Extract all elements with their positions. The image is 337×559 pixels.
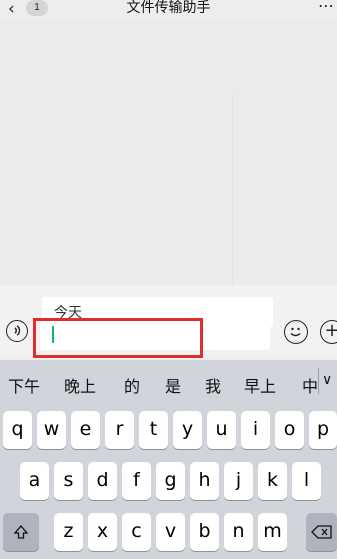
key-a[interactable]: a: [20, 462, 49, 500]
chat-header: ‹ 1 文件传输助手 ⋯: [0, 0, 337, 20]
key-z[interactable]: z: [54, 513, 83, 551]
delete-icon[interactable]: [306, 513, 337, 551]
voice-icon[interactable]: [6, 320, 28, 342]
divider: [232, 95, 233, 285]
chat-area: [0, 20, 337, 285]
candidate-bar: 下午 晚上 的 是 我 早上 中 ∨: [0, 360, 337, 406]
candidate-divider: [318, 368, 319, 394]
key-m[interactable]: m: [258, 513, 287, 551]
candidate-item[interactable]: 晚上: [64, 373, 96, 397]
key-b[interactable]: b: [190, 513, 219, 551]
key-q[interactable]: q: [3, 411, 32, 449]
key-t[interactable]: t: [139, 411, 168, 449]
key-u[interactable]: u: [207, 411, 236, 449]
key-w[interactable]: w: [37, 411, 66, 449]
key-n[interactable]: n: [224, 513, 253, 551]
more-icon[interactable]: ⋯: [318, 0, 335, 15]
key-v[interactable]: v: [156, 513, 185, 551]
key-y[interactable]: y: [173, 411, 202, 449]
key-k[interactable]: k: [258, 462, 287, 500]
plus-icon[interactable]: +: [320, 320, 337, 344]
highlight-box: [33, 318, 203, 358]
candidate-item[interactable]: 是: [165, 373, 181, 397]
keyboard: q w e r t y u i o p a s d f g h j k l z …: [0, 406, 337, 559]
key-g[interactable]: g: [156, 462, 185, 500]
key-d[interactable]: d: [88, 462, 117, 500]
key-c[interactable]: c: [122, 513, 151, 551]
candidate-item[interactable]: 的: [124, 373, 140, 397]
key-i[interactable]: i: [241, 411, 270, 449]
key-f[interactable]: f: [122, 462, 151, 500]
chat-title: 文件传输助手: [126, 0, 211, 16]
candidate-item[interactable]: 下午: [8, 373, 40, 397]
chevron-down-icon[interactable]: ∨: [322, 372, 332, 388]
key-o[interactable]: o: [275, 411, 304, 449]
key-j[interactable]: j: [224, 462, 253, 500]
key-l[interactable]: l: [292, 462, 321, 500]
emoji-icon[interactable]: [284, 320, 308, 344]
candidate-item[interactable]: 我: [205, 373, 221, 397]
key-x[interactable]: x: [88, 513, 117, 551]
key-e[interactable]: e: [71, 411, 100, 449]
candidate-item[interactable]: 早上: [244, 373, 276, 397]
candidate-item[interactable]: 中: [302, 373, 318, 397]
key-p[interactable]: p: [309, 411, 337, 449]
shift-icon[interactable]: [3, 513, 39, 551]
key-r[interactable]: r: [105, 411, 134, 449]
key-s[interactable]: s: [54, 462, 83, 500]
key-h[interactable]: h: [190, 462, 219, 500]
